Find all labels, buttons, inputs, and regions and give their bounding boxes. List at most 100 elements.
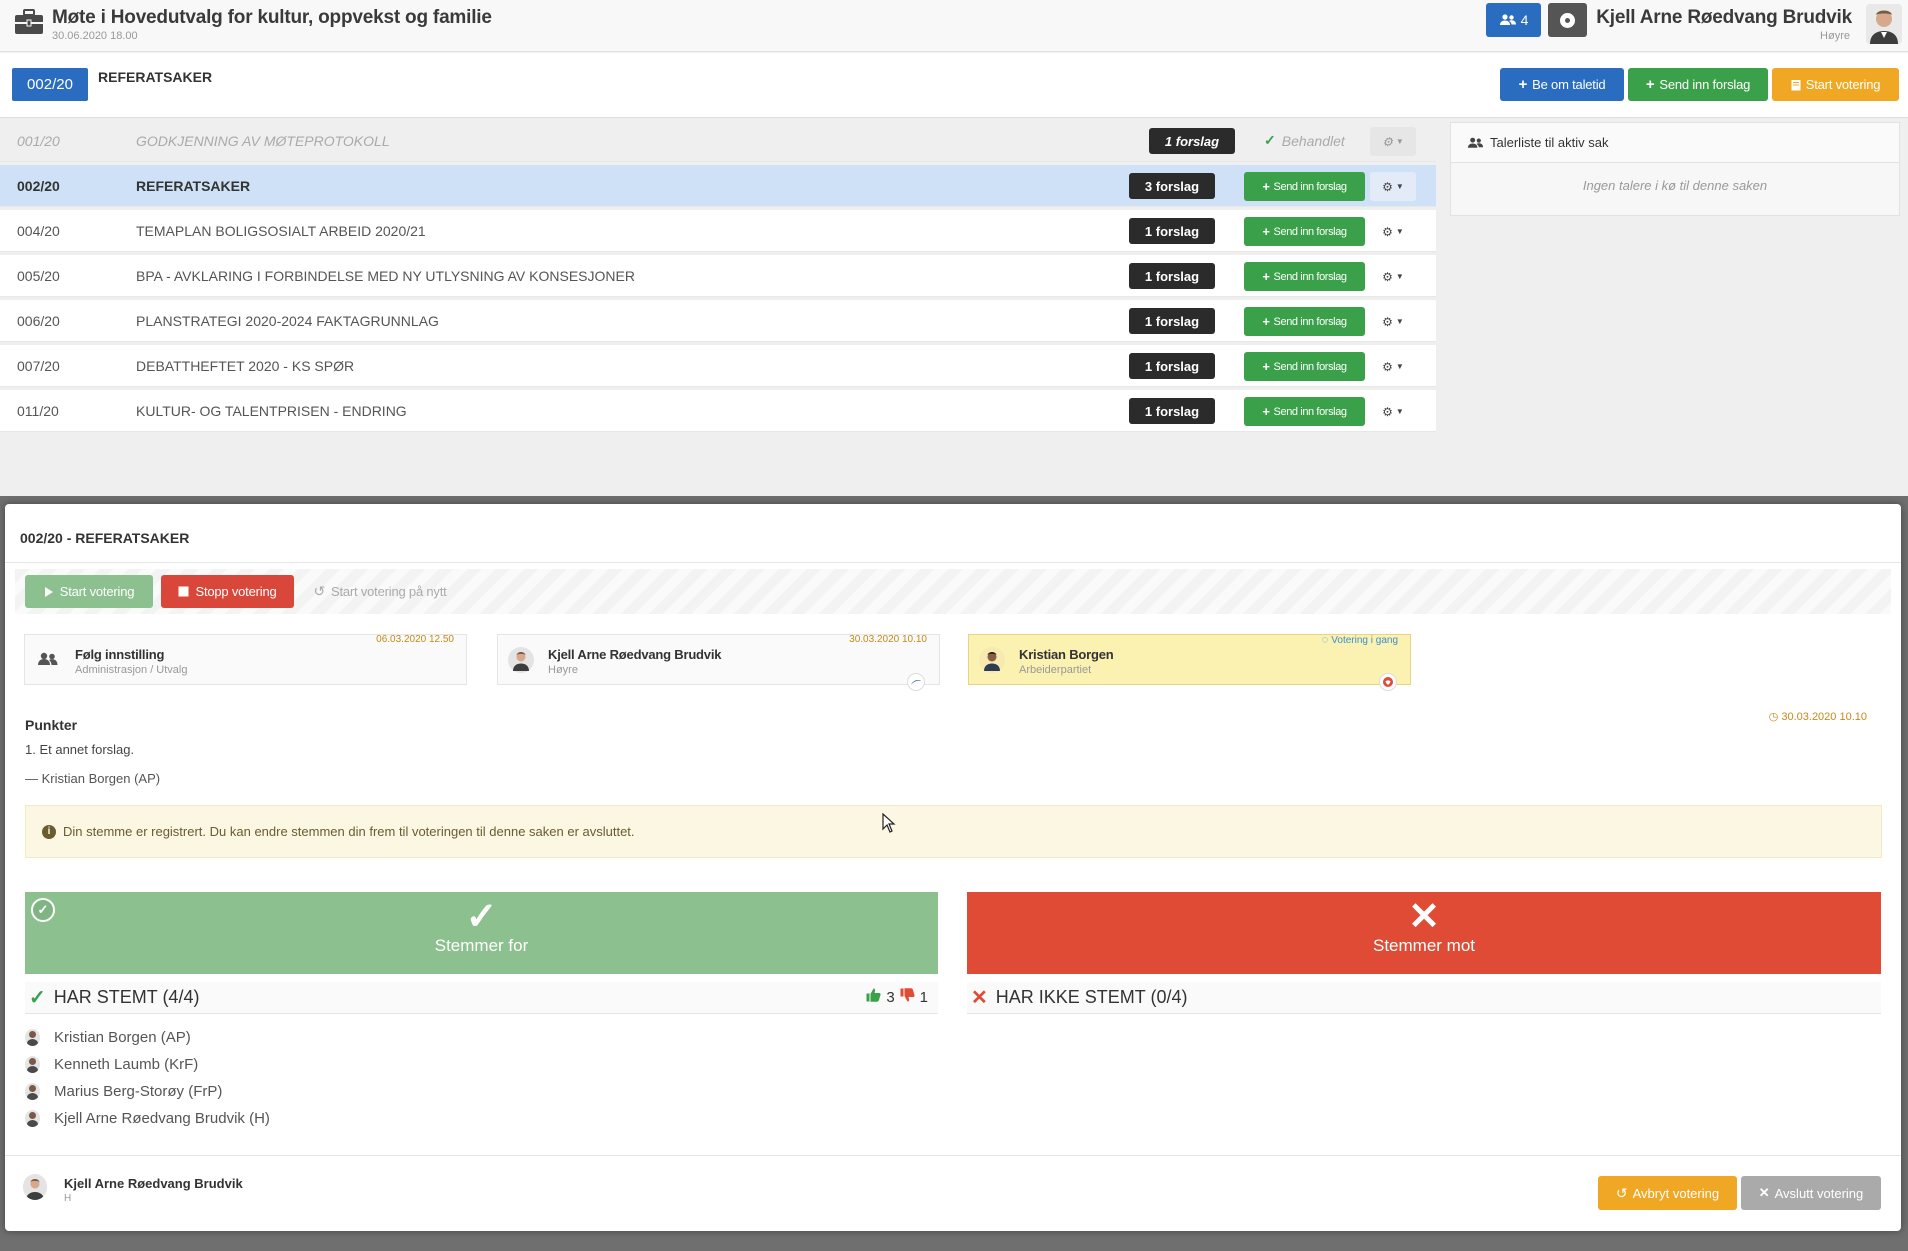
- user-party: Høyre: [1820, 30, 1850, 42]
- agenda-row[interactable]: 001/20 GODKJENNING AV MØTEPROTOKOLL 1 fo…: [0, 120, 1436, 162]
- proposal-point: 1. Et annet forslag.: [25, 742, 135, 757]
- avatar: [25, 1110, 40, 1127]
- meeting-title: Møte i Hovedutvalg for kultur, oppvekst …: [52, 7, 492, 28]
- avatar: [979, 647, 1005, 673]
- modal-title: 002/20 - REFERATSAKER: [20, 530, 190, 546]
- case-number: 007/20: [17, 358, 60, 374]
- caret-down-icon: ▼: [1395, 182, 1404, 191]
- proposal-count-badge[interactable]: 1 forslag: [1129, 398, 1215, 424]
- request-speaking-time-button[interactable]: + Be om taletid: [1500, 68, 1624, 101]
- proposal-author: Kjell Arne Røedvang Brudvik: [548, 647, 722, 662]
- submit-proposal-button[interactable]: + Send inn forslag: [1244, 307, 1365, 336]
- speaker-list-panel: Talerliste til aktiv sak Ingen talere i …: [1450, 122, 1900, 216]
- plus-icon: +: [1645, 76, 1655, 93]
- vote-for-label: Stemmer for: [434, 936, 529, 955]
- submit-proposal-button[interactable]: + Send inn forslag: [1244, 262, 1365, 291]
- proposal-card[interactable]: Kjell Arne Røedvang Brudvik Høyre 30.03.…: [497, 634, 940, 691]
- proposal-count-badge[interactable]: 3 forslag: [1129, 173, 1215, 199]
- gear-icon: ⚙: [1382, 404, 1393, 419]
- votes-against-count: 1: [919, 988, 928, 1006]
- gear-icon: ⚙: [1382, 314, 1393, 329]
- agenda-row[interactable]: 011/20 KULTUR- OG TALENTPRISEN - ENDRING…: [0, 390, 1436, 432]
- caret-down-icon: ▼: [1395, 137, 1404, 146]
- stop-voting-button[interactable]: Stopp votering: [161, 575, 294, 608]
- mouse-cursor-icon: [882, 813, 896, 833]
- has-not-voted-header: ✕ HAR IKKE STEMT (0/4): [967, 982, 1881, 1014]
- plus-icon: +: [1518, 76, 1528, 93]
- gear-menu-button[interactable]: ⚙ ▼: [1370, 262, 1416, 291]
- proposal-card[interactable]: Følg innstilling Administrasjon / Utvalg…: [24, 634, 467, 685]
- submit-proposal-button[interactable]: + Send inn forslag: [1244, 397, 1365, 426]
- proposal-count-badge[interactable]: 1 forslag: [1129, 353, 1215, 379]
- vote-against-button[interactable]: ✕ Stemmer mot: [967, 892, 1881, 974]
- gear-menu-button[interactable]: ⚙ ▼: [1370, 397, 1416, 426]
- gear-menu-button[interactable]: ⚙ ▼: [1370, 217, 1416, 246]
- gear-menu-button[interactable]: ⚙ ▼: [1370, 127, 1416, 156]
- briefcase-icon: [15, 9, 43, 34]
- record-button[interactable]: [1548, 3, 1587, 37]
- proposal-card-active[interactable]: Kristian Borgen Arbeiderpartiet ◌ Voteri…: [968, 634, 1411, 691]
- proposal-count-badge[interactable]: 1 forslag: [1129, 218, 1215, 244]
- times-icon: ✕: [1408, 896, 1440, 938]
- voter-list: Kristian Borgen (AP) Kenneth Laumb (KrF)…: [25, 1024, 270, 1132]
- user-name: Kjell Arne Røedvang Brudvik: [1596, 7, 1852, 28]
- undo-icon: ↺: [1615, 1184, 1628, 1201]
- gear-menu-button[interactable]: ⚙ ▼: [1370, 352, 1416, 381]
- active-case-bar: 002/20 REFERATSAKER + Be om taletid + Se…: [0, 53, 1908, 118]
- proposal-party: Administrasjon / Utvalg: [75, 664, 188, 676]
- stop-icon: [178, 586, 189, 597]
- top-bar: Møte i Hovedutvalg for kultur, oppvekst …: [0, 0, 1908, 52]
- restart-voting-button[interactable]: ↺ Start votering på nytt: [305, 575, 455, 608]
- plus-icon: +: [1262, 314, 1270, 329]
- agenda-row[interactable]: 005/20 BPA - AVKLARING I FORBINDELSE MED…: [0, 255, 1436, 297]
- check-icon: ✓: [1264, 132, 1276, 148]
- avatar[interactable]: [1866, 4, 1902, 44]
- case-title: BPA - AVKLARING I FORBINDELSE MED NY UTL…: [136, 268, 635, 284]
- list-item: Marius Berg-Storøy (FrP): [25, 1078, 270, 1105]
- notice-text: Din stemme er registrert. Du kan endre s…: [63, 824, 635, 839]
- participants-count: 4: [1520, 12, 1529, 28]
- times-icon: ✕: [971, 987, 988, 1009]
- meeting-date: 30.06.2020 18.00: [52, 30, 138, 42]
- case-number: 006/20: [17, 313, 60, 329]
- case-number: 011/20: [17, 403, 59, 419]
- plus-icon: +: [1262, 269, 1270, 284]
- caret-down-icon: ▼: [1395, 227, 1404, 236]
- submit-proposal-button[interactable]: + Send inn forslag: [1244, 352, 1365, 381]
- speaker-list-header: Talerliste til aktiv sak: [1451, 123, 1899, 163]
- circle-notch-icon: ◌: [1321, 634, 1329, 646]
- gear-menu-button[interactable]: ⚙ ▼: [1370, 172, 1416, 201]
- case-title: KULTUR- OG TALENTPRISEN - ENDRING: [136, 403, 407, 419]
- clipboard-icon: [1791, 79, 1801, 90]
- proposal-count-badge[interactable]: 1 forslag: [1129, 308, 1215, 334]
- avatar: [25, 1029, 40, 1046]
- vote-for-button[interactable]: ✓ ✓ Stemmer for: [25, 892, 938, 974]
- users-icon: [1499, 14, 1516, 25]
- end-voting-button[interactable]: ✕ Avslutt votering: [1741, 1176, 1881, 1210]
- agenda-row[interactable]: 006/20 PLANSTRATEGI 2020-2024 FAKTAGRUNN…: [0, 300, 1436, 342]
- submit-proposal-button[interactable]: + Send inn forslag: [1244, 172, 1365, 201]
- voting-toolbar: Start votering Stopp votering ↺ Start vo…: [15, 569, 1891, 614]
- votes-for-count: 3: [886, 988, 895, 1006]
- submit-proposal-button[interactable]: + Send inn forslag: [1244, 217, 1365, 246]
- case-number: 005/20: [17, 268, 60, 284]
- start-voting-button[interactable]: Start votering: [1772, 68, 1899, 101]
- proposal-date: 06.03.2020 12.50: [376, 634, 454, 645]
- proposal-party: Høyre: [548, 664, 578, 676]
- plus-icon: +: [1262, 359, 1270, 374]
- voter-name: Kristian Borgen (AP): [54, 1029, 191, 1046]
- cancel-voting-button[interactable]: ↺ Avbryt votering: [1598, 1176, 1737, 1210]
- points-heading: Punkter: [25, 717, 78, 733]
- agenda-row[interactable]: 002/20 REFERATSAKER 3 forslag + Send inn …: [0, 165, 1436, 207]
- gear-menu-button[interactable]: ⚙ ▼: [1370, 307, 1416, 336]
- start-voting-button[interactable]: Start votering: [25, 575, 153, 608]
- participants-button[interactable]: 4: [1486, 3, 1541, 37]
- check-icon: ✓: [465, 896, 498, 938]
- proposal-count-badge[interactable]: 1 forslag: [1149, 128, 1235, 154]
- submit-proposal-button[interactable]: + Send inn forslag: [1628, 68, 1768, 101]
- agenda-row[interactable]: 007/20 DEBATTHEFTET 2020 - KS SPØR 1 for…: [0, 345, 1436, 387]
- agenda-row[interactable]: 004/20 TEMAPLAN BOLIGSOSIALT ARBEID 2020…: [0, 210, 1436, 252]
- voter-name: Marius Berg-Storøy (FrP): [54, 1083, 223, 1100]
- proposal-count-badge[interactable]: 1 forslag: [1129, 263, 1215, 289]
- has-not-voted-label: HAR IKKE STEMT (0/4): [995, 987, 1188, 1007]
